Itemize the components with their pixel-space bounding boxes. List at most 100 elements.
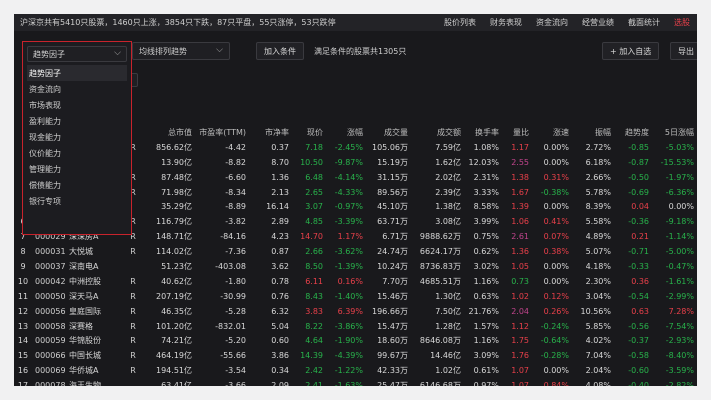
col-amount[interactable]: 成交额 bbox=[411, 125, 464, 140]
speed-cell: -0.28% bbox=[540, 351, 569, 361]
col-amplitude[interactable]: 振幅 bbox=[572, 125, 614, 140]
financing-flag-cell: R bbox=[130, 291, 136, 301]
trend-degree-cell: -0.69 bbox=[628, 187, 649, 197]
market-summary-text: 沪深京共有5410只股票，1460只上涨，3854只下跌，87只平盘，55只涨停… bbox=[20, 18, 336, 27]
tab-capital-flow[interactable]: 资金流向 bbox=[529, 14, 575, 31]
factor-menu-item[interactable]: 趋势因子 bbox=[27, 65, 127, 81]
app-window: 沪深京共有5410只股票，1460只上涨，3854只下跌，87只平盘，55只涨停… bbox=[14, 14, 697, 386]
volume-ratio-cell: 1.67 bbox=[511, 187, 529, 197]
change-pct-cell: -3.86% bbox=[334, 321, 363, 331]
volume-cell: 25.47万 bbox=[377, 381, 408, 386]
col-turnover[interactable]: 换手率 bbox=[464, 125, 502, 140]
amount-cell: 8646.08万 bbox=[419, 336, 461, 346]
amount-cell: 2.39亿 bbox=[435, 187, 461, 197]
amplitude-cell: 3.04% bbox=[585, 291, 611, 301]
speed-cell: 0.00% bbox=[543, 261, 569, 271]
amount-cell: 1.30亿 bbox=[435, 291, 461, 301]
col-pb[interactable]: 市净率 bbox=[249, 125, 292, 140]
col-price[interactable]: 现价 bbox=[292, 125, 326, 140]
add-watchlist-button[interactable]: + 加入自选 bbox=[602, 42, 660, 60]
market-cap-cell: 46.35亿 bbox=[161, 306, 192, 316]
financing-flag-cell bbox=[124, 378, 142, 386]
pb-ratio-cell: 6.32 bbox=[271, 306, 289, 316]
volume-cell: 99.67万 bbox=[377, 351, 408, 361]
factor-menu-item[interactable]: 偿债能力 bbox=[27, 177, 127, 193]
market-cap-cell: 148.71亿 bbox=[156, 232, 192, 242]
factor-menu: 趋势因子 资金流向 市场表现 盈利能力 现金能力 仪价能力 管理能力 偿债能力 … bbox=[27, 65, 127, 209]
table-row[interactable]: 10 000042 中洲控股 R 40.62亿 -1.80 0.78 6.11 0.16% 7.7… bbox=[14, 274, 697, 289]
trend-select[interactable]: 均线排列趋势 ⌵ bbox=[132, 42, 230, 60]
factor-menu-item[interactable]: 资金流向 bbox=[27, 81, 127, 97]
change-pct-cell: -2.45% bbox=[334, 142, 363, 152]
pe-ratio-cell: -55.66 bbox=[220, 351, 246, 361]
change-pct-cell: -4.14% bbox=[334, 172, 363, 182]
table-row[interactable]: 15 000066 中国长城 R 464.19亿 -55.66 3.86 14.39 -4.39… bbox=[14, 348, 697, 363]
amplitude-cell: 8.39% bbox=[585, 202, 611, 212]
table-row[interactable]: 8 000031 大悦城 R 114.02亿 -7.36 0.87 2.66 -3.62% 24.… bbox=[14, 244, 697, 259]
chevron-down-icon: ⌵ bbox=[216, 45, 223, 55]
turnover-cell: 3.02% bbox=[473, 261, 499, 271]
market-cap-cell: 71.98亿 bbox=[161, 187, 192, 197]
volume-ratio-cell: 1.02 bbox=[511, 291, 529, 301]
tab-stock-picker[interactable]: 选股 bbox=[667, 14, 697, 31]
volume-cell: 196.66万 bbox=[372, 306, 408, 316]
speed-cell: 0.12% bbox=[543, 291, 569, 301]
turnover-cell: 0.75% bbox=[473, 232, 499, 242]
tab-cross-section[interactable]: 截面统计 bbox=[621, 14, 667, 31]
col-pe[interactable]: 市盈率(TTM) bbox=[195, 125, 249, 140]
pb-ratio-cell: 2.89 bbox=[271, 217, 289, 227]
amplitude-cell: 5.58% bbox=[585, 217, 611, 227]
col-trend[interactable]: 趋势度 bbox=[614, 125, 652, 140]
export-button[interactable]: 导出 bbox=[670, 42, 697, 60]
col-5day[interactable]: 5日涨幅 bbox=[652, 125, 697, 140]
five-day-change-cell: -0.47% bbox=[665, 261, 694, 271]
table-row[interactable]: 11 000050 深天马A R 207.19亿 -30.99 0.76 8.43 -1.40%… bbox=[14, 289, 697, 304]
five-day-change-cell: 0.00% bbox=[668, 202, 694, 212]
stock-name-cell: 深赛格 bbox=[69, 321, 93, 331]
speed-cell: -0.24% bbox=[540, 321, 569, 331]
factor-menu-item[interactable]: 现金能力 bbox=[27, 129, 127, 145]
stock-code-cell: 000050 bbox=[35, 291, 66, 301]
financing-flag-cell: R bbox=[130, 336, 136, 346]
table-row[interactable]: 16 000069 华侨城A R 194.51亿 -3.54 0.34 2.42 -1.22% 4… bbox=[14, 363, 697, 378]
amplitude-cell: 2.04% bbox=[585, 366, 611, 376]
volume-ratio-cell: 1.07 bbox=[511, 381, 529, 386]
amount-cell: 9888.62万 bbox=[419, 232, 461, 242]
col-volume-ratio[interactable]: 量比 bbox=[502, 125, 532, 140]
table-row[interactable]: 9 000037 深南电A 51.23亿 -403.08 3.62 8.50 -1.39% 10… bbox=[14, 259, 697, 274]
factor-menu-item[interactable]: 市场表现 bbox=[27, 97, 127, 113]
trend-degree-cell: -0.60 bbox=[628, 366, 649, 376]
table-row[interactable]: 12 000056 皇庭国际 R 46.35亿 -5.28 6.32 3.83 6.39% 196… bbox=[14, 304, 697, 319]
table-row[interactable]: 14 000059 华锦股份 R 74.21亿 -5.20 0.60 4.64 -1.90% 18… bbox=[14, 333, 697, 348]
factor-menu-item[interactable]: 仪价能力 bbox=[27, 145, 127, 161]
volume-ratio-cell: 2.61 bbox=[511, 232, 529, 242]
factor-menu-item[interactable]: 银行专项 bbox=[27, 193, 127, 209]
financing-flag-cell: R bbox=[130, 276, 136, 286]
factor-select[interactable]: 趋势因子 ⌵ bbox=[27, 46, 127, 62]
table-row[interactable]: 17 000078 海王生物 63.41亿 -3.66 2.09 2.41 -1.63% 25.… bbox=[14, 378, 697, 386]
turnover-cell: 1.16% bbox=[473, 336, 499, 346]
col-change[interactable]: 涨幅 bbox=[326, 125, 366, 140]
tab-financial[interactable]: 财务表现 bbox=[483, 14, 529, 31]
market-cap-cell: 40.62亿 bbox=[161, 276, 192, 286]
speed-cell: 0.00% bbox=[543, 276, 569, 286]
volume-ratio-cell: 1.07 bbox=[511, 366, 529, 376]
pe-ratio-cell: -3.54 bbox=[225, 366, 246, 376]
five-day-change-cell: -15.53% bbox=[660, 157, 694, 167]
turnover-cell: 3.99% bbox=[473, 217, 499, 227]
col-market-cap[interactable]: 总市值 bbox=[142, 125, 195, 140]
trend-degree-cell: -0.87 bbox=[628, 157, 649, 167]
row-number-cell: 16 bbox=[17, 366, 29, 376]
tab-price-list[interactable]: 股价列表 bbox=[437, 14, 483, 31]
pe-ratio-cell: -5.20 bbox=[225, 336, 246, 346]
table-row[interactable]: 13 000058 深赛格 R 101.20亿 -832.01 5.04 8.22 -3.86%… bbox=[14, 319, 697, 334]
tab-business-results[interactable]: 经营业绩 bbox=[575, 14, 621, 31]
factor-menu-item[interactable]: 管理能力 bbox=[27, 161, 127, 177]
col-volume[interactable]: 成交量 bbox=[366, 125, 411, 140]
factor-menu-item[interactable]: 盈利能力 bbox=[27, 113, 127, 129]
col-speed[interactable]: 涨速 bbox=[532, 125, 572, 140]
pe-ratio-cell: -4.42 bbox=[225, 142, 246, 152]
turnover-cell: 0.61% bbox=[473, 366, 499, 376]
add-condition-button[interactable]: 加入条件 bbox=[256, 42, 304, 60]
amount-cell: 7.50亿 bbox=[435, 306, 461, 316]
